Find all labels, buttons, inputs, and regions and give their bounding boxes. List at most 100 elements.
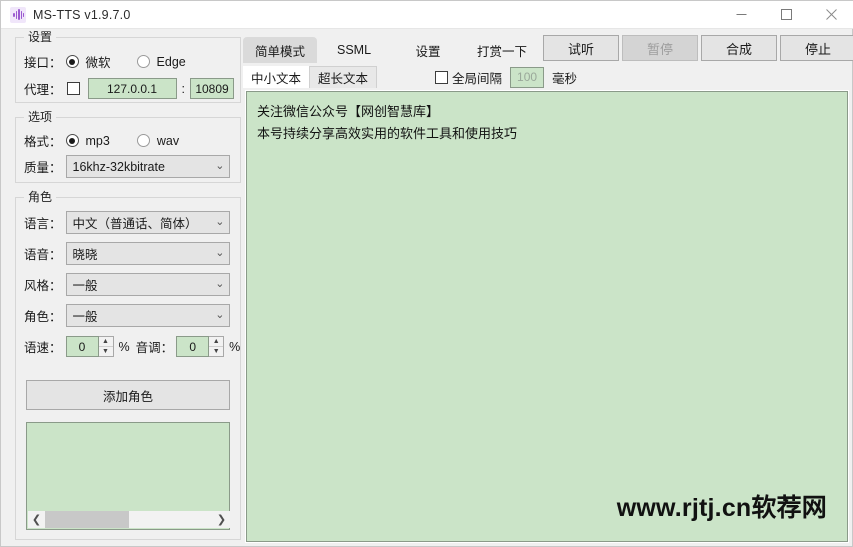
waveform-icon bbox=[10, 6, 26, 23]
style-row: 风格： 一般 ⌄ bbox=[24, 273, 230, 296]
left-panel: 设置 接口： 微软 Edge 代理： 127.0.0.1 : 10809 选项 … bbox=[9, 29, 241, 547]
global-interval-label: 全局间隔 bbox=[452, 71, 503, 86]
chevron-down-icon: ⌄ bbox=[215, 216, 225, 228]
scroll-right-icon[interactable]: ❯ bbox=[213, 511, 230, 528]
scroll-left-icon[interactable]: ❮ bbox=[28, 511, 45, 528]
rate-label: 语速： bbox=[24, 341, 62, 355]
global-interval-input[interactable]: 100 bbox=[510, 66, 545, 88]
interface-option-edge-label: Edge bbox=[156, 54, 186, 69]
window-controls bbox=[719, 1, 853, 29]
rate-pitch-row: 语速： 0 ▲ ▼ % 音调： 0 ▲ ▼ % bbox=[24, 336, 240, 357]
preview-button[interactable]: 试听 bbox=[543, 35, 619, 61]
radio-format-wav[interactable] bbox=[136, 134, 150, 147]
minimize-button[interactable] bbox=[719, 1, 764, 29]
format-option-wav-label: wav bbox=[156, 133, 180, 148]
rate-unit: % bbox=[118, 339, 130, 354]
interface-option-microsoft-label: 微软 bbox=[85, 56, 111, 70]
proxy-separator: : bbox=[181, 81, 185, 96]
radio-interface-microsoft[interactable] bbox=[65, 55, 79, 68]
format-label: 格式： bbox=[24, 135, 62, 149]
role-label: 角色： bbox=[24, 310, 62, 324]
chevron-down-icon: ⌄ bbox=[215, 278, 225, 290]
language-select[interactable]: 中文（普通话、简体） ⌄ bbox=[65, 211, 230, 234]
maximize-button[interactable] bbox=[764, 1, 809, 29]
app-window: MS-TTS v1.9.7.0 设置 接口： 微软 Edge 代理： 127.0… bbox=[0, 0, 853, 547]
role-group: 角色 语言： 中文（普通话、简体） ⌄ 语音： 晓晓 ⌄ 风格： 一般 ⌄ 角色… bbox=[15, 190, 241, 540]
style-select-value: 一般 bbox=[72, 279, 98, 293]
role-list-hscrollbar[interactable]: ❮ ❯ bbox=[28, 511, 230, 528]
subtab-short-text[interactable]: 中小文本 bbox=[243, 66, 310, 88]
language-select-value: 中文（普通话、简体） bbox=[72, 217, 198, 231]
hscroll-thumb[interactable] bbox=[45, 511, 129, 528]
right-panel: 简单模式 SSML 设置 打赏一下 试听 暂停 合成 停止 中小文本 超长文本 … bbox=[243, 29, 853, 547]
rate-stepper-buttons[interactable]: ▲ ▼ bbox=[98, 336, 114, 357]
options-group-title: 选项 bbox=[24, 110, 57, 124]
tab-donate[interactable]: 打赏一下 bbox=[465, 37, 539, 63]
radio-interface-edge[interactable] bbox=[136, 55, 150, 68]
editor-line-2: 本号持续分享高效实用的软件工具和使用技巧 bbox=[257, 126, 518, 141]
global-interval-checkbox[interactable] bbox=[435, 70, 449, 84]
add-role-button[interactable]: 添加角色 bbox=[26, 380, 230, 410]
quality-select[interactable]: 16khz-32kbitrate ⌄ bbox=[65, 155, 230, 178]
pause-button: 暂停 bbox=[622, 35, 698, 61]
pitch-label: 音调： bbox=[135, 341, 174, 355]
voice-select[interactable]: 晓晓 ⌄ bbox=[65, 242, 230, 265]
stop-button[interactable]: 停止 bbox=[780, 35, 853, 61]
rate-stepper[interactable]: 0 ▲ ▼ bbox=[65, 336, 114, 357]
voice-select-value: 晓晓 bbox=[72, 248, 98, 262]
options-group: 选项 格式： mp3 wav 质量： 16khz-32kbitrate ⌄ bbox=[15, 110, 241, 183]
quality-select-value: 16khz-32kbitrate bbox=[72, 159, 165, 174]
hscroll-track[interactable] bbox=[129, 511, 213, 528]
role-select[interactable]: 一般 ⌄ bbox=[65, 304, 230, 327]
settings-group-title: 设置 bbox=[24, 30, 57, 44]
text-editor[interactable]: 关注微信公众号【网创智慧库】 本号持续分享高效实用的软件工具和使用技巧 www.… bbox=[245, 90, 849, 543]
role-group-title: 角色 bbox=[24, 190, 57, 204]
chevron-down-icon: ⌄ bbox=[215, 247, 225, 259]
proxy-label: 代理： bbox=[24, 83, 62, 97]
role-list[interactable]: ❮ ❯ bbox=[26, 422, 230, 530]
sub-tabs: 中小文本 超长文本 全局间隔 100 毫秒 bbox=[243, 65, 852, 89]
pitch-stepper[interactable]: 0 ▲ ▼ bbox=[176, 336, 225, 357]
language-row: 语言： 中文（普通话、简体） ⌄ bbox=[24, 211, 230, 234]
style-select[interactable]: 一般 ⌄ bbox=[65, 273, 230, 296]
interface-label: 接口： bbox=[24, 56, 62, 70]
rate-stepper-down[interactable]: ▼ bbox=[99, 347, 113, 356]
settings-group: 设置 接口： 微软 Edge 代理： 127.0.0.1 : 10809 bbox=[15, 30, 241, 103]
tab-settings[interactable]: 设置 bbox=[391, 37, 465, 63]
language-label: 语言： bbox=[24, 217, 62, 231]
tab-simple-mode[interactable]: 简单模式 bbox=[243, 37, 318, 63]
radio-format-mp3[interactable] bbox=[65, 134, 79, 147]
role-select-value: 一般 bbox=[72, 310, 98, 324]
rate-input[interactable]: 0 bbox=[65, 336, 99, 357]
global-interval-unit: 毫秒 bbox=[552, 71, 578, 86]
interface-row: 接口： 微软 Edge bbox=[24, 52, 186, 71]
pitch-input[interactable]: 0 bbox=[176, 336, 210, 357]
quality-label: 质量： bbox=[24, 161, 62, 175]
subtab-long-text[interactable]: 超长文本 bbox=[309, 66, 378, 88]
pitch-stepper-buttons[interactable]: ▲ ▼ bbox=[209, 336, 225, 357]
title-bar: MS-TTS v1.9.7.0 bbox=[1, 1, 853, 29]
proxy-port-input[interactable]: 10809 bbox=[190, 78, 234, 99]
voice-row: 语音： 晓晓 ⌄ bbox=[24, 242, 230, 265]
quality-row: 质量： 16khz-32kbitrate ⌄ bbox=[24, 155, 230, 178]
rate-stepper-up[interactable]: ▲ bbox=[98, 337, 113, 347]
style-label: 风格： bbox=[24, 279, 62, 293]
tab-ssml[interactable]: SSML bbox=[317, 37, 391, 63]
chevron-down-icon: ⌄ bbox=[215, 160, 225, 172]
pitch-stepper-down[interactable]: ▼ bbox=[209, 347, 223, 356]
window-title: MS-TTS v1.9.7.0 bbox=[33, 7, 131, 22]
format-row: 格式： mp3 wav bbox=[24, 131, 179, 150]
pitch-unit: % bbox=[229, 339, 241, 354]
role-row: 角色： 一般 ⌄ bbox=[24, 304, 230, 327]
watermark-text: www.rjtj.cn软荐网 bbox=[616, 494, 827, 522]
chevron-down-icon: ⌄ bbox=[215, 309, 225, 321]
proxy-checkbox[interactable] bbox=[66, 82, 80, 95]
editor-line-1: 关注微信公众号【网创智慧库】 bbox=[257, 104, 440, 119]
voice-label: 语音： bbox=[24, 248, 62, 262]
close-button[interactable] bbox=[809, 1, 853, 29]
pitch-stepper-up[interactable]: ▲ bbox=[209, 337, 224, 347]
synthesize-button[interactable]: 合成 bbox=[701, 35, 777, 61]
proxy-host-input[interactable]: 127.0.0.1 bbox=[87, 78, 177, 99]
proxy-row: 代理： 127.0.0.1 : 10809 bbox=[24, 78, 234, 99]
format-option-mp3-label: mp3 bbox=[85, 133, 110, 148]
